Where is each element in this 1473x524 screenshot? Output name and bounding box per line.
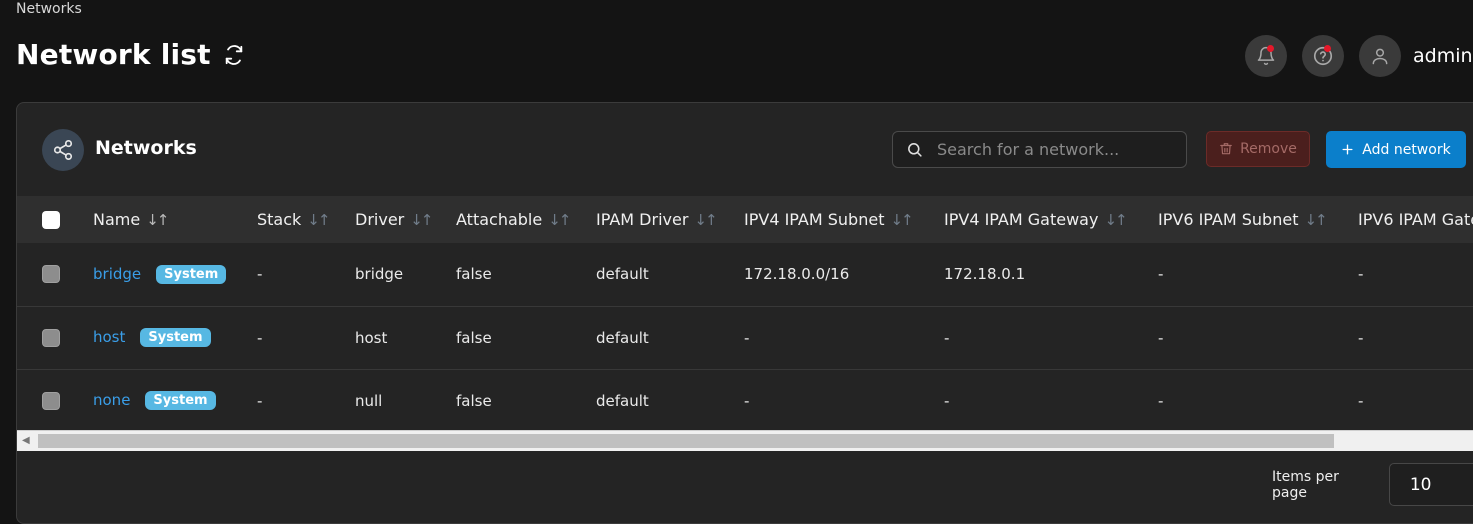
network-name-link[interactable]: host [93, 328, 125, 346]
sort-icon: ↓↑ [890, 211, 913, 229]
cell-ipv4-gateway: - [944, 391, 950, 410]
select-all-checkbox[interactable] [42, 210, 60, 229]
panel-title: Networks [95, 137, 197, 159]
cell-ipam-driver: default [596, 391, 649, 410]
column-header-ipv4-gateway[interactable]: IPV4 IPAM Gateway ↓↑ [944, 196, 1158, 243]
notifications-button[interactable] [1245, 35, 1287, 77]
sort-icon: ↓↑ [1104, 211, 1127, 229]
cell-ipv4-gateway: 172.18.0.1 [944, 265, 1026, 284]
column-header-ipv6-gateway[interactable]: IPV6 IPAM Gateway [1358, 196, 1473, 243]
column-header-stack[interactable]: Stack ↓↑ [257, 196, 355, 243]
plus-icon [1342, 144, 1353, 155]
cell-driver: host [355, 328, 388, 347]
sort-icon: ↓↑ [694, 211, 717, 229]
cell-ipv6-subnet: - [1158, 328, 1164, 347]
cell-stack: - [257, 265, 263, 284]
share-network-icon [42, 129, 84, 171]
pagination: Items per page 10 ⌄ [1272, 463, 1473, 506]
table-row: none System - null false default - - - - [17, 369, 1473, 432]
page-title: Network list [16, 38, 211, 71]
sort-icon: ↓↑ [146, 211, 169, 229]
sort-icon: ↓↑ [307, 211, 330, 229]
table-row: bridge System - bridge false default 172.… [17, 243, 1473, 306]
system-badge: System [145, 391, 216, 411]
notification-dot [1267, 45, 1274, 52]
search-icon [908, 143, 922, 157]
column-header-ipam-driver[interactable]: IPAM Driver ↓↑ [596, 196, 744, 243]
sort-icon: ↓↑ [1304, 211, 1327, 229]
cell-ipv6-subnet: - [1158, 265, 1164, 284]
remove-button-label: Remove [1240, 141, 1297, 157]
username[interactable]: admin [1413, 45, 1473, 67]
sort-icon: ↓↑ [410, 211, 433, 229]
cell-driver: bridge [355, 265, 404, 284]
column-header-ipv4-subnet[interactable]: IPV4 IPAM Subnet ↓↑ [744, 196, 944, 243]
cell-ipam-driver: default [596, 265, 649, 284]
column-header-attachable[interactable]: Attachable ↓↑ [456, 196, 596, 243]
networks-panel: Networks Remove Add network [16, 102, 1473, 524]
cell-ipv4-subnet: - [744, 328, 750, 347]
cell-ipv4-subnet: - [744, 391, 750, 410]
cell-stack: - [257, 391, 263, 410]
row-checkbox[interactable] [42, 391, 60, 410]
help-dot [1324, 45, 1331, 52]
network-name-link[interactable]: none [93, 391, 130, 409]
cell-stack: - [257, 328, 263, 347]
cell-driver: null [355, 391, 383, 410]
breadcrumb: Networks [16, 1, 82, 17]
row-checkbox[interactable] [42, 328, 60, 347]
user-icon [1372, 48, 1388, 65]
search-box[interactable] [892, 131, 1187, 168]
cell-ipam-driver: default [596, 328, 649, 347]
network-name-link[interactable]: bridge [93, 265, 141, 283]
scrollbar-thumb[interactable] [38, 434, 1334, 448]
system-badge: System [156, 264, 227, 284]
cell-ipv4-subnet: 172.18.0.0/16 [744, 265, 850, 284]
table-header-row: Name ↓↑ Stack ↓↑ Driver ↓↑ Attachable ↓↑ IPA… [17, 196, 1473, 243]
help-button[interactable] [1302, 35, 1344, 77]
search-input[interactable] [935, 139, 1179, 160]
sort-icon: ↓↑ [548, 211, 571, 229]
cell-ipv6-subnet: - [1158, 391, 1164, 410]
items-per-page-select[interactable]: 10 ⌄ [1388, 463, 1473, 506]
user-avatar-button[interactable] [1359, 35, 1401, 77]
table-row: host System - host false default - - - - [17, 306, 1473, 369]
system-badge: System [140, 328, 211, 347]
cell-attachable: false [456, 328, 492, 347]
networks-table: Name ↓↑ Stack ↓↑ Driver ↓↑ Attachable ↓↑ IPA… [17, 196, 1473, 432]
trash-icon [1220, 143, 1232, 155]
column-header-name[interactable]: Name ↓↑ [93, 196, 257, 243]
items-per-page-label: Items per page [1272, 468, 1339, 501]
horizontal-scrollbar[interactable]: ◀ [17, 430, 1473, 451]
row-checkbox[interactable] [42, 265, 60, 284]
cell-attachable: false [456, 391, 492, 410]
column-header-ipv6-subnet[interactable]: IPV6 IPAM Subnet ↓↑ [1158, 196, 1358, 243]
cell-ipv4-gateway: - [944, 328, 950, 347]
cell-ipv6-gateway: - [1358, 265, 1364, 284]
add-network-label: Add network [1362, 141, 1451, 158]
header-actions: admin [1245, 35, 1473, 77]
remove-button[interactable]: Remove [1206, 131, 1310, 167]
panel-header: Networks Remove Add network [17, 103, 1473, 196]
page-header: Network list [16, 38, 245, 71]
items-per-page-value: 10 [1409, 474, 1432, 495]
refresh-icon[interactable] [223, 44, 245, 66]
cell-attachable: false [456, 265, 492, 284]
add-network-button[interactable]: Add network [1326, 131, 1466, 168]
scroll-left-icon[interactable]: ◀ [22, 435, 30, 446]
cell-ipv6-gateway: - [1358, 328, 1364, 347]
column-header-driver[interactable]: Driver ↓↑ [355, 196, 456, 243]
cell-ipv6-gateway: - [1358, 391, 1364, 410]
